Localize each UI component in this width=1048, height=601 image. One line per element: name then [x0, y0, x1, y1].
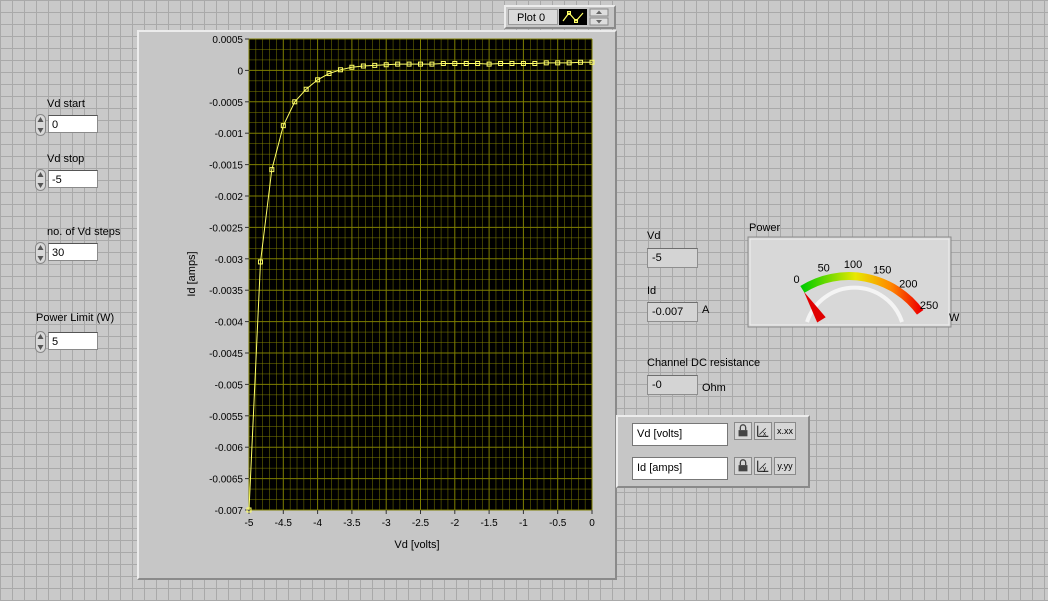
- x-axis-ticks: -5 -4.5 -4 -3.5 -3 -2.5 -2 -1.5 -1 -0.5 0: [245, 510, 595, 529]
- x-tick-label: -1.5: [480, 518, 498, 529]
- x-tick-label: -5: [245, 518, 254, 529]
- id-indicator: -0.007: [647, 302, 698, 322]
- meter-tick-label: 50: [818, 262, 830, 274]
- vd-stop-label: Vd stop: [47, 153, 85, 165]
- x-scale-name[interactable]: Vd [volts]: [632, 423, 728, 446]
- meter-tick-label: 0: [793, 274, 799, 286]
- vd-stop-input[interactable]: -5: [48, 170, 98, 188]
- y-tick-label: -0.0045: [209, 349, 243, 360]
- y-tick-label: -0.0055: [209, 412, 243, 423]
- x-autoscale-icon[interactable]: x: [754, 422, 772, 440]
- y-tick-label: -0.005: [215, 380, 244, 391]
- power-meter-unit: W: [949, 312, 960, 324]
- x-tick-label: -0.5: [549, 518, 567, 529]
- y-tick-label: -0.007: [215, 506, 244, 517]
- y-scale-name[interactable]: Id [amps]: [632, 457, 728, 480]
- vd-start-label: Vd start: [47, 98, 85, 110]
- x-tick-label: 0: [589, 518, 595, 529]
- scale-legend: Vd [volts] x x.xx Id [amps] y y.yy: [616, 415, 810, 488]
- x-tick-label: -3: [382, 518, 391, 529]
- x-tick-label: -4: [313, 518, 322, 529]
- resistance-unit-label: Ohm: [702, 382, 726, 394]
- x-format-button[interactable]: x.xx: [774, 422, 796, 440]
- vd-indicator-label: Vd: [647, 230, 661, 242]
- plot-style-icon[interactable]: [559, 9, 587, 25]
- power-limit-increment-decrement[interactable]: [35, 331, 46, 353]
- plot-legend[interactable]: Plot 0: [504, 5, 616, 29]
- id-indicator-label: Id: [647, 285, 657, 297]
- y-tick-label: 0: [237, 66, 243, 77]
- y-format-button[interactable]: y.yy: [774, 457, 796, 475]
- y-tick-label: -0.0065: [209, 475, 243, 486]
- power-meter-label: Power: [749, 222, 781, 234]
- x-axis-label: Vd [volts]: [394, 539, 439, 551]
- power-meter: 0 50 100 150 200250: [747, 236, 952, 328]
- meter-tick-label: 100: [844, 259, 862, 271]
- id-unit-label: A: [702, 304, 710, 316]
- y-tick-label: -0.0015: [209, 161, 243, 172]
- y-autoscale-icon[interactable]: y: [754, 457, 772, 475]
- meter-tick-label: 250: [920, 300, 938, 312]
- resistance-indicator-label: Channel DC resistance: [647, 357, 761, 369]
- x-tick-label: -2.5: [412, 518, 430, 529]
- y-tick-label: -0.006: [215, 443, 244, 454]
- xy-graph[interactable]: 0.0005 0 -0.0005 -0.001 -0.0015 -0.002 -0.0025…: [137, 30, 617, 560]
- resistance-indicator: -0: [647, 375, 698, 395]
- x-scale-lock-icon[interactable]: [734, 422, 752, 440]
- x-tick-label: -4.5: [275, 518, 293, 529]
- vd-indicator: -5: [647, 248, 698, 268]
- vd-start-increment-decrement[interactable]: [35, 114, 46, 136]
- x-tick-label: -1: [519, 518, 528, 529]
- legend-scrollbar-icon[interactable]: [589, 8, 609, 26]
- vd-start-input[interactable]: 0: [48, 115, 98, 133]
- power-limit-label: Power Limit (W): [36, 312, 115, 324]
- y-tick-label: -0.0025: [209, 223, 243, 234]
- vd-steps-label: no. of Vd steps: [47, 226, 121, 238]
- x-tick-label: -2: [450, 518, 459, 529]
- y-axis-label: Id [amps]: [186, 251, 198, 296]
- x-tick-label: -3.5: [343, 518, 361, 529]
- y-scale-lock-icon[interactable]: [734, 457, 752, 475]
- y-tick-label: -0.0035: [209, 286, 243, 297]
- meter-tick-label: 150: [873, 265, 891, 277]
- power-limit-input[interactable]: 5: [48, 332, 98, 350]
- y-tick-label: -0.0005: [209, 98, 243, 109]
- vd-stop-increment-decrement[interactable]: [35, 169, 46, 191]
- y-tick-label: -0.003: [215, 255, 244, 266]
- y-tick-label: 0.0005: [212, 35, 243, 46]
- vd-steps-input[interactable]: 30: [48, 243, 98, 261]
- y-tick-label: -0.004: [215, 318, 244, 329]
- y-axis-ticks: 0.0005 0 -0.0005 -0.001 -0.0015 -0.002 -0.0025…: [209, 35, 249, 517]
- meter-tick-label: 200: [899, 279, 917, 291]
- vd-steps-increment-decrement[interactable]: [35, 242, 46, 264]
- plot-legend-label: Plot 0: [508, 9, 558, 25]
- y-tick-label: -0.001: [215, 129, 244, 140]
- y-tick-label: -0.002: [215, 192, 244, 203]
